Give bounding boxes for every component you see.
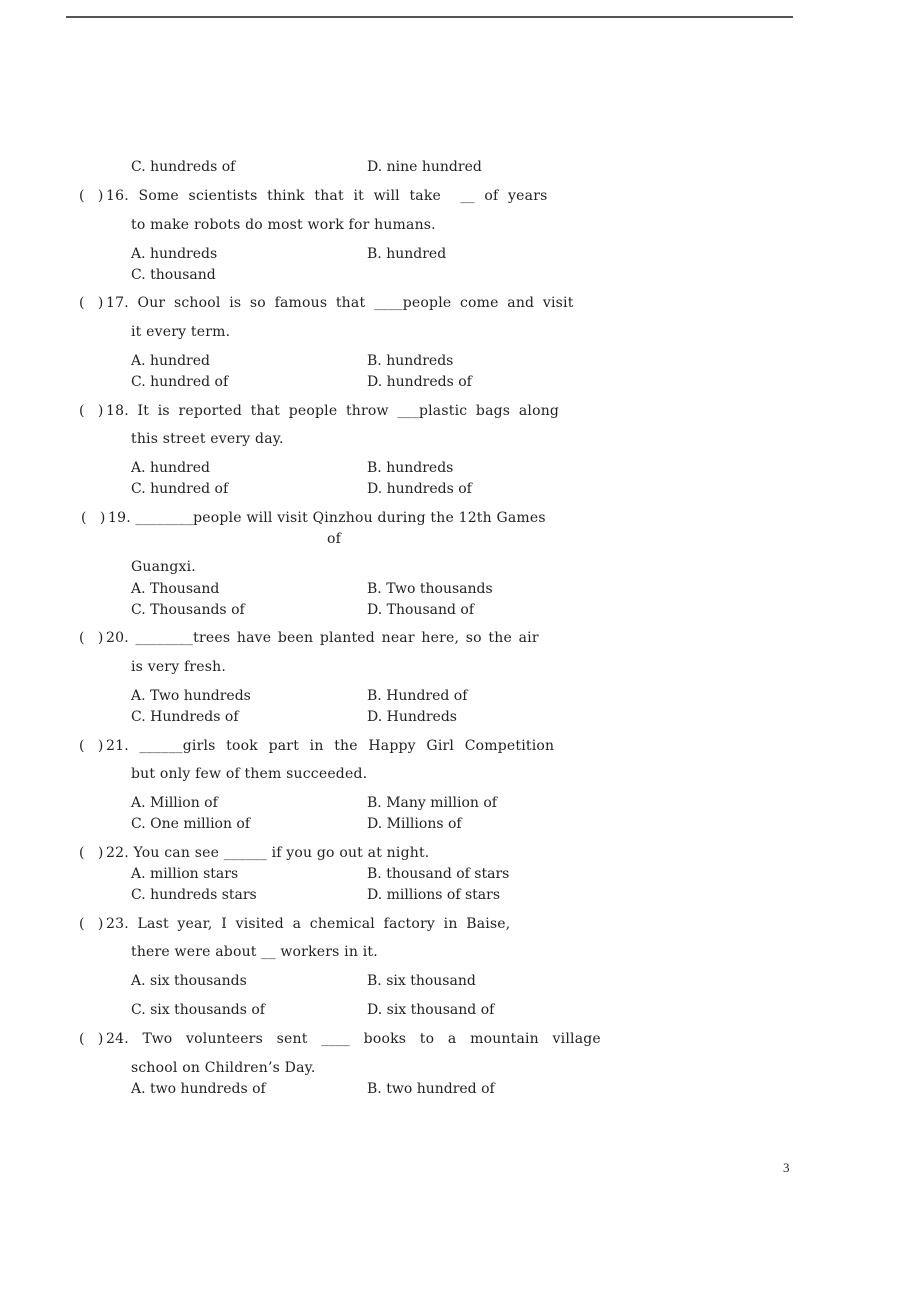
option-b: B. hundreds	[367, 353, 454, 369]
question-stem-continued: to make robots do most work for humans.	[131, 217, 436, 233]
option-c: C. Thousands of	[131, 602, 245, 618]
question-stem-continued: Guangxi.	[131, 559, 196, 575]
option-c: C. hundred of	[131, 374, 229, 390]
answer-paren[interactable]: ( )	[79, 403, 103, 419]
answer-paren[interactable]: ( )	[79, 916, 103, 932]
question-stem: 19. ________people will visit Qinzhou du…	[108, 510, 546, 526]
option-c: C. hundreds of	[131, 159, 236, 175]
answer-blank: ________	[135, 510, 194, 526]
option-c: C. six thousands of	[131, 1002, 265, 1018]
option-d: D. nine hundred	[367, 159, 482, 175]
question-stem-continued: this street every day.	[131, 431, 284, 447]
option-a: A. hundreds	[131, 246, 218, 262]
option-a: A. Two hundreds	[131, 688, 251, 704]
option-d: D. millions of stars	[367, 887, 501, 903]
answer-blank: ______	[139, 738, 183, 754]
question-stem: 20. ________trees have been planted near…	[106, 630, 539, 646]
answer-blank: ________	[135, 630, 194, 646]
answer-blank: __	[460, 188, 475, 204]
answer-blank: ____	[321, 1031, 350, 1047]
option-b: B. Two thousands	[367, 581, 493, 597]
option-b: B. six thousand	[367, 973, 476, 989]
answer-paren[interactable]: ( )	[79, 188, 103, 204]
option-a: A. two hundreds of	[131, 1081, 266, 1097]
answer-paren[interactable]: ( )	[79, 630, 103, 646]
answer-paren[interactable]: ( )	[81, 510, 105, 526]
question-stem-wrap: of	[327, 531, 342, 547]
answer-paren[interactable]: ( )	[79, 845, 103, 861]
question-stem: 22. You can see ______ if you go out at …	[106, 845, 430, 861]
question-stem: 21. ______girls took part in the Happy G…	[106, 738, 555, 754]
option-b: B. Hundred of	[367, 688, 468, 704]
answer-paren[interactable]: ( )	[79, 1031, 103, 1047]
option-c: C. hundred of	[131, 481, 229, 497]
option-c: C. One million of	[131, 816, 251, 832]
option-d: D. Hundreds	[367, 709, 457, 725]
option-a: A. Thousand	[131, 581, 220, 597]
option-a: A. million stars	[131, 866, 239, 882]
option-a: A. six thousands	[131, 973, 247, 989]
question-stem-continued: school on Children’s Day.	[131, 1060, 316, 1076]
answer-blank: ______	[223, 845, 267, 861]
question-stem-continued: is very fresh.	[131, 659, 226, 675]
answer-paren[interactable]: ( )	[79, 738, 103, 754]
question-stem-continued: but only few of them succeeded.	[131, 766, 368, 782]
option-b: B. hundred	[367, 246, 447, 262]
option-a: A. hundred	[131, 353, 210, 369]
page-number: 3	[783, 1160, 790, 1175]
answer-blank: __	[261, 944, 276, 960]
option-b: B. two hundred of	[367, 1081, 495, 1097]
option-c: C. hundreds stars	[131, 887, 257, 903]
question-stem-continued: it every term.	[131, 324, 231, 340]
option-b: B. Many million of	[367, 795, 497, 811]
option-a: A. hundred	[131, 460, 210, 476]
option-d: D. Thousand of	[367, 602, 475, 618]
question-stem-continued: there were about __ workers in it.	[131, 944, 378, 960]
question-stem: 17. Our school is so famous that ____peo…	[106, 295, 574, 311]
option-d: D. hundreds of	[367, 374, 472, 390]
option-c: C. thousand	[131, 267, 216, 283]
answer-paren[interactable]: ( )	[79, 295, 103, 311]
header-rule	[66, 16, 793, 18]
question-stem: 23. Last year, I visited a chemical fact…	[106, 916, 511, 932]
question-stem: 18. It is reported that people throw ___…	[106, 403, 560, 419]
answer-blank: ___	[397, 403, 419, 419]
option-a: A. Million of	[131, 795, 218, 811]
question-stem: 16. Some scientists think that it will t…	[106, 188, 548, 204]
option-d: D. six thousand of	[367, 1002, 495, 1018]
option-b: B. thousand of stars	[367, 866, 510, 882]
option-c: C. Hundreds of	[131, 709, 239, 725]
option-d: D. Millions of	[367, 816, 462, 832]
option-b: B. hundreds	[367, 460, 454, 476]
question-stem: 24. Two volunteers sent ____ books to a …	[106, 1031, 601, 1047]
option-d: D. hundreds of	[367, 481, 472, 497]
answer-blank: ____	[373, 295, 403, 311]
